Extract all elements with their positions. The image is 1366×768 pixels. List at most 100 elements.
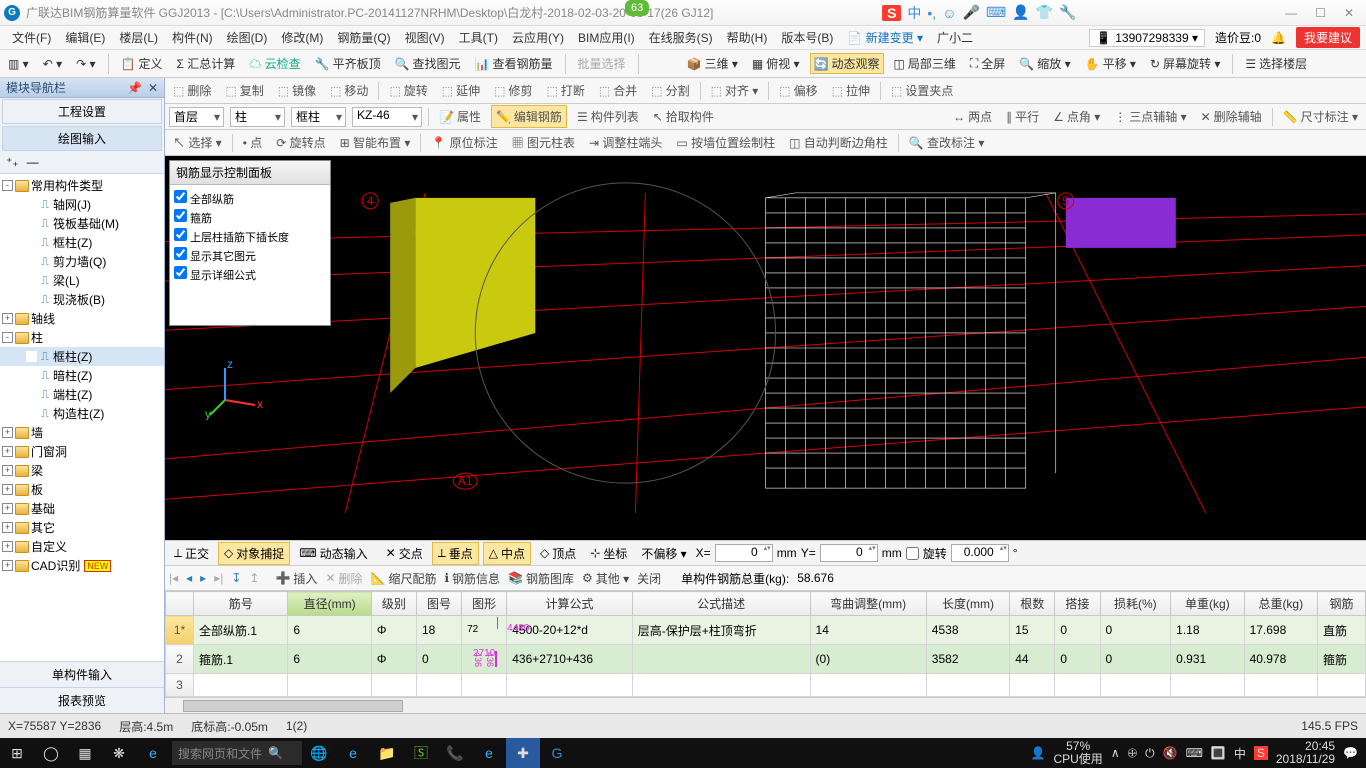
menu-rebar[interactable]: 钢筋量(Q) [331, 27, 396, 48]
tree-node[interactable]: -常用构件类型 [0, 176, 164, 195]
y-input[interactable]: 0 [820, 544, 878, 562]
rb-close[interactable]: 关闭 [637, 570, 661, 587]
tree-node[interactable]: ⎍梁(L) [0, 271, 164, 290]
edit-12[interactable]: ⬚ 拉伸 [828, 80, 874, 101]
edit-11[interactable]: ⬚ 偏移 [775, 80, 821, 101]
tray-lang[interactable]: 中 [1234, 745, 1246, 762]
tb-viewrebar[interactable]: 📊 查看钢筋量 [471, 53, 557, 74]
menu-tools[interactable]: 工具(T) [453, 27, 504, 48]
grid-header[interactable]: 级别 [371, 592, 416, 616]
edit-9[interactable]: ⬚ 分割 [647, 80, 693, 101]
sel-0[interactable]: ↖ 选择 ▾ [169, 132, 226, 153]
taskbar-clock[interactable]: 20:452018/11/29 [1276, 740, 1335, 766]
snap-vert[interactable]: ◇ 顶点 [535, 543, 581, 564]
tab-single-input[interactable]: 单构件输入 [0, 661, 164, 687]
tree-node[interactable]: ⎍筏板基础(M) [0, 214, 164, 233]
3d-viewport[interactable]: 4 5 A1 x y z 钢筋显示控制面板 全部纵筋 箍筋 上层柱插筋下插长度 … [165, 156, 1366, 540]
taskbar-search[interactable]: 搜索网页和文件🔍 [172, 741, 302, 765]
table-row[interactable]: 1*全部纵筋.16Φ187244804500-20+12*d层高-保护层+柱顶弯… [166, 616, 1366, 645]
instance-combo[interactable]: KZ-46 [352, 107, 422, 127]
tb-pan[interactable]: ✋ 平移 ▾ [1081, 53, 1140, 74]
rb-library[interactable]: 📚 钢筋图库 [508, 570, 574, 587]
sel-2[interactable]: ⟳ 旋转点 [272, 132, 329, 153]
minimize-button[interactable]: — [1285, 6, 1297, 20]
menu-view[interactable]: 视图(V) [399, 27, 451, 48]
edit-2[interactable]: ⬚ 镜像 [274, 80, 320, 101]
new-change-button[interactable]: 📄 新建变更 ▾ [841, 27, 929, 48]
rebar-display-option[interactable]: 上层柱插筋下插长度 [174, 227, 326, 246]
tree-node[interactable]: +CAD识别NEW [0, 556, 164, 575]
tb-zoom[interactable]: 🔍 缩放 ▾ [1015, 53, 1074, 74]
tree-node[interactable]: ⎍框柱(Z) [0, 347, 164, 366]
tray-vol[interactable]: 🔇 [1163, 746, 1178, 760]
table-row[interactable]: 2箍筋.16Φ04362710436436+2710+436(0)3582440… [166, 645, 1366, 674]
cpu-meter[interactable]: 57%CPU使用 [1053, 740, 1102, 766]
notification-badge[interactable]: 63 [625, 0, 649, 16]
edit-5[interactable]: ⬚ 延伸 [438, 80, 484, 101]
rb-other[interactable]: ⚙ 其他 ▾ [582, 570, 629, 587]
edit-rebar-button[interactable]: ✏️ 编辑钢筋 [491, 105, 567, 128]
collapse-all-icon[interactable]: — [27, 155, 39, 170]
maximize-button[interactable]: ☐ [1315, 6, 1326, 20]
tb-find[interactable]: 🔍 查找图元 [391, 53, 465, 74]
sel-9[interactable]: 🔍 查改标注 ▾ [905, 132, 989, 153]
tb-topview[interactable]: ▦ 俯视 ▾ [748, 53, 804, 74]
tree-node[interactable]: +基础 [0, 499, 164, 518]
sel-4[interactable]: 📍 原位标注 [427, 132, 501, 153]
tree-node[interactable]: +板 [0, 480, 164, 499]
ime-tool[interactable]: 🔧 [1059, 4, 1076, 21]
type-combo[interactable]: 框柱 [291, 107, 346, 127]
grid-header[interactable]: 直径(mm) [288, 592, 371, 616]
grid-header[interactable]: 计算公式 [507, 592, 633, 616]
tree-node[interactable]: +轴线 [0, 309, 164, 328]
snap-osnap[interactable]: ◇ 对象捕捉 [218, 542, 290, 565]
snap-dyninput[interactable]: ⌨ 动态输入 [294, 543, 372, 564]
tb-fullscreen[interactable]: ⛶ 全屏 [966, 53, 1009, 74]
edit-1[interactable]: ⬚ 复制 [221, 80, 267, 101]
rb-info[interactable]: ℹ 钢筋信息 [444, 570, 500, 587]
tree-node[interactable]: +墙 [0, 423, 164, 442]
grid-header[interactable]: 长度(mm) [926, 592, 1009, 616]
app-360[interactable]: 🌐 [302, 738, 336, 768]
sel-1[interactable]: • 点 [239, 132, 267, 153]
dim-twopoint[interactable]: ↔ 两点 [949, 106, 996, 127]
menu-modify[interactable]: 修改(M) [275, 27, 329, 48]
grid-header[interactable]: 弯曲调整(mm) [810, 592, 926, 616]
tray-up[interactable]: ∧ [1111, 746, 1120, 760]
user-button[interactable]: 广小二 [931, 27, 979, 48]
grid-header[interactable]: 损耗(%) [1100, 592, 1171, 616]
tray-net[interactable]: 🕀 [1128, 746, 1138, 761]
edit-0[interactable]: ⬚ 删除 [169, 80, 215, 101]
app-green[interactable]: 🅂 [404, 738, 438, 768]
dim-label[interactable]: 📏 尺寸标注 ▾ [1279, 106, 1362, 127]
edit-13[interactable]: ⬚ 设置夹点 [887, 80, 957, 101]
rb-scale[interactable]: 📐 缩尺配筋 [371, 570, 437, 587]
start-button[interactable]: ⊞ [0, 738, 34, 768]
sel-7[interactable]: ▭ 按墙位置绘制柱 [672, 132, 779, 153]
rotate-checkbox[interactable] [906, 547, 919, 560]
ime-user[interactable]: 👤 [1012, 4, 1029, 21]
grid-header[interactable] [166, 592, 194, 616]
app-current[interactable]: ✚ [506, 738, 540, 768]
menu-edit[interactable]: 编辑(E) [59, 27, 111, 48]
grid-hscrollbar[interactable] [165, 697, 1366, 713]
taskview-icon[interactable]: ▦ [68, 738, 102, 768]
sel-6[interactable]: ⇥ 调整柱端头 [585, 132, 666, 153]
table-row[interactable]: 3 [166, 674, 1366, 697]
tb-define[interactable]: 📋 定义 [117, 53, 167, 74]
sel-5[interactable]: ▦ 图元柱表 [508, 132, 579, 153]
tab-draw-input[interactable]: 绘图输入 [2, 126, 162, 151]
tree-node[interactable]: +自定义 [0, 537, 164, 556]
menu-bim[interactable]: BIM应用(I) [572, 27, 641, 48]
prop-button[interactable]: 📝 属性 [435, 106, 485, 127]
aux-3pt[interactable]: ⋮ 三点辅轴 ▾ [1110, 106, 1190, 127]
rotate-input[interactable]: 0.000 [951, 544, 1009, 562]
snap-mid[interactable]: △ 中点 [483, 542, 531, 565]
tab-project-settings[interactable]: 工程设置 [2, 99, 162, 124]
menu-help[interactable]: 帮助(H) [721, 27, 774, 48]
ime-skin[interactable]: 👕 [1036, 4, 1053, 21]
tree-node[interactable]: +梁 [0, 461, 164, 480]
edit-10[interactable]: ⬚ 对齐 ▾ [707, 80, 763, 101]
app-explorer[interactable]: 📁 [370, 738, 404, 768]
tree-node[interactable]: ⎍构造柱(Z) [0, 404, 164, 423]
